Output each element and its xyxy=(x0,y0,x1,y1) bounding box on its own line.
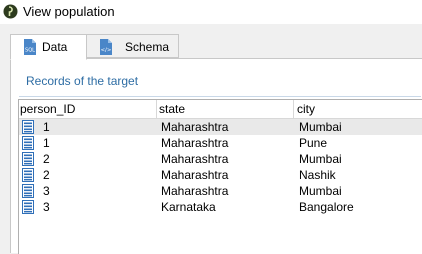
cell-person-id: 1 xyxy=(43,136,50,150)
svg-text:SQL: SQL xyxy=(25,48,35,54)
table-row[interactable]: 3 Karnataka Bangalore xyxy=(19,199,422,215)
column-header-person-id[interactable]: person_ID xyxy=(20,102,75,116)
record-icon xyxy=(22,136,34,150)
record-icon xyxy=(22,120,34,134)
table-row[interactable]: 1 Maharashtra Pune xyxy=(19,135,422,151)
column-resize-handle[interactable] xyxy=(293,100,294,118)
cell-city: Bangalore xyxy=(299,200,354,214)
record-icon xyxy=(22,168,34,182)
column-header-state[interactable]: state xyxy=(159,102,185,116)
cell-person-id: 3 xyxy=(43,184,50,198)
cell-city: Mumbai xyxy=(299,152,342,166)
tab-schema[interactable]: </> Schema xyxy=(86,34,179,58)
data-panel: Records of the target person_ID state ci… xyxy=(10,58,422,254)
sql-file-icon: SQL xyxy=(24,39,36,55)
cell-city: Mumbai xyxy=(299,184,342,198)
tab-data-label: Data xyxy=(42,40,68,54)
record-icon xyxy=(22,152,34,166)
window-title: View population xyxy=(23,4,115,19)
cell-state: Maharashtra xyxy=(161,184,229,198)
table-row[interactable]: 3 Maharashtra Mumbai xyxy=(19,183,422,199)
column-header-city[interactable]: city xyxy=(297,102,315,116)
records-table: person_ID state city 1 Maharashtra Mumba… xyxy=(18,99,422,254)
title-bar: View population xyxy=(0,0,422,24)
table-row[interactable]: 2 Maharashtra Mumbai xyxy=(19,151,422,167)
table-row[interactable]: 1 Maharashtra Mumbai xyxy=(19,119,422,135)
cell-city: Pune xyxy=(299,136,328,150)
cell-state: Maharashtra xyxy=(161,136,229,150)
code-file-icon: </> xyxy=(100,39,112,55)
table-header: person_ID state city xyxy=(19,100,422,119)
cell-state: Maharashtra xyxy=(161,120,229,134)
cell-person-id: 3 xyxy=(43,200,50,214)
cell-state: Karnataka xyxy=(161,200,216,214)
tab-schema-label: Schema xyxy=(125,40,170,54)
svg-text:</>: </> xyxy=(100,48,111,54)
table-row[interactable]: 2 Maharashtra Nashik xyxy=(19,167,422,183)
cell-person-id: 2 xyxy=(43,168,50,182)
record-icon xyxy=(22,200,34,214)
record-icon xyxy=(22,184,34,198)
cell-state: Maharashtra xyxy=(161,168,229,182)
app-logo-icon xyxy=(3,4,18,19)
section-divider xyxy=(19,96,421,97)
column-resize-handle[interactable] xyxy=(156,100,157,118)
cell-city: Nashik xyxy=(299,168,336,182)
cell-person-id: 1 xyxy=(43,120,50,134)
section-title: Records of the target xyxy=(26,74,139,88)
cell-city: Mumbai xyxy=(299,120,342,134)
tab-data[interactable]: SQL Data xyxy=(10,34,87,60)
cell-state: Maharashtra xyxy=(161,152,229,166)
cell-person-id: 2 xyxy=(43,152,50,166)
